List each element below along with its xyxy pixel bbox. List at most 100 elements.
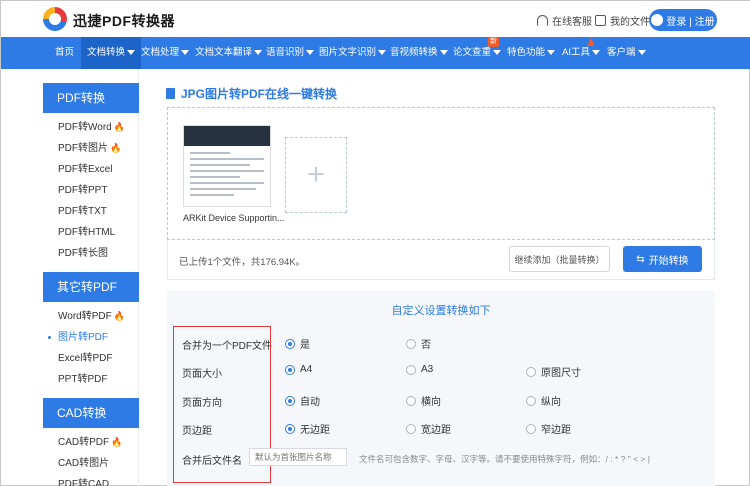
radio-option-label: 窄边距 <box>541 425 571 436</box>
radio-button[interactable] <box>526 366 536 377</box>
nav-item-label: AI工具 <box>562 47 590 58</box>
sidebar-item-label: 图片转PDF <box>58 332 108 343</box>
radio-option-label: 自动 <box>300 397 320 408</box>
nav-item-label: 首页 <box>55 47 75 58</box>
file-name: ARKit Device Supportin... <box>183 213 285 223</box>
sidebar-section-title[interactable]: PDF转换 <box>43 83 139 113</box>
page-title: JPG图片转PDF在线一键转换 <box>166 85 337 102</box>
thumbnail-line <box>190 164 250 166</box>
settings-title: 自定义设置转换如下 <box>391 305 491 317</box>
nav-item[interactable]: 客户端 <box>607 37 646 69</box>
radio-button[interactable] <box>285 395 295 406</box>
sidebar-item[interactable]: PDF转PPT <box>43 180 138 201</box>
sidebar-section-title[interactable]: CAD转换 <box>43 398 139 428</box>
radio-button[interactable] <box>285 338 295 349</box>
radio-button[interactable] <box>406 364 416 375</box>
sidebar-item[interactable]: PPT转PDF <box>43 369 138 390</box>
radio-option[interactable]: A4 <box>285 364 312 375</box>
customer-service-link[interactable]: 在线客服 <box>537 13 592 28</box>
sidebar-item-label: PDF转Word <box>58 122 112 133</box>
fire-icon: 🔥 <box>110 143 122 153</box>
radio-button[interactable] <box>406 338 416 349</box>
sidebar-item[interactable]: PDF转长图 <box>43 243 138 264</box>
top-header: 迅捷PDF转换器 在线客服 我的文件 登录 | 注册 <box>1 1 750 37</box>
radio-option[interactable]: 无边距 <box>285 421 330 436</box>
nav-item[interactable]: 特色功能 <box>507 37 556 69</box>
radio-option[interactable]: 是 <box>285 336 310 351</box>
sidebar-item[interactable]: 图片转PDF <box>43 327 138 348</box>
sidebar-item-label: Word转PDF <box>58 311 112 322</box>
radio-option-label: 否 <box>421 340 431 351</box>
radio-button[interactable] <box>406 423 416 434</box>
filename-input[interactable] <box>249 448 347 466</box>
nav-item[interactable]: 文档文本翻译 <box>195 37 263 69</box>
thumbnail-line <box>190 170 264 172</box>
nav-item[interactable]: 首页 <box>55 37 74 69</box>
sidebar-item[interactable]: CAD转PDF 🔥 <box>43 432 138 453</box>
sidebar-item-label: PDF转Excel <box>58 164 113 175</box>
caret-down-icon <box>493 49 502 55</box>
sidebar-item[interactable]: CAD转图片 <box>43 453 138 474</box>
nav-item-label: 语音识别 <box>266 47 305 58</box>
customer-service-label: 在线客服 <box>552 17 592 28</box>
nav-item-label: 客户端 <box>607 47 636 58</box>
sidebar-item[interactable]: PDF转Excel <box>43 159 138 180</box>
sidebar-item-label: PDF转HTML <box>58 227 116 238</box>
brand-logo-icon[interactable] <box>43 7 67 31</box>
thumbnail-line <box>190 188 256 190</box>
sidebar-item-label: CAD转图片 <box>58 458 110 469</box>
add-file-plus-icon[interactable]: + <box>285 137 347 213</box>
radio-option[interactable]: 自动 <box>285 393 320 408</box>
filename-label: 合并后文件名 <box>182 456 242 467</box>
swap-arrows-icon: ⇆ <box>636 253 645 265</box>
radio-button[interactable] <box>285 423 295 434</box>
login-register-button[interactable]: 登录 | 注册 <box>649 9 717 31</box>
radio-button[interactable] <box>526 395 536 406</box>
sidebar-item[interactable]: PDF转Word 🔥 <box>43 117 138 138</box>
sidebar-section-title[interactable]: 其它转PDF <box>43 272 139 302</box>
start-convert-button[interactable]: ⇆ 开始转换 <box>623 246 702 272</box>
thumbnail-line <box>190 158 264 160</box>
radio-option[interactable]: 宽边距 <box>406 421 451 436</box>
fire-icon: 🔥 <box>113 311 125 321</box>
fire-icon: 🔥 <box>111 437 123 447</box>
radio-option[interactable]: A3 <box>406 364 433 375</box>
caret-down-icon <box>378 49 387 55</box>
sidebar-item[interactable]: PDF转图片 🔥 <box>43 138 138 159</box>
radio-button[interactable] <box>526 423 536 434</box>
fire-icon: 🔥 <box>113 122 125 132</box>
sidebar-item[interactable]: PDF转TXT <box>43 201 138 222</box>
radio-option[interactable]: 否 <box>406 336 431 351</box>
nav-item-label: 论文查重 <box>453 47 492 58</box>
sidebar-item[interactable]: Word转PDF 🔥 <box>43 306 138 327</box>
sidebar-item[interactable]: Excel转PDF <box>43 348 138 369</box>
filename-hint: 文件名可包含数字、字母、汉字等。请不要使用特殊字符，例如：/ : * ? " <… <box>359 454 650 464</box>
radio-button[interactable] <box>406 395 416 406</box>
continue-add-button[interactable]: 继续添加（批量转换） <box>509 246 610 272</box>
nav-item-label: 文档处理 <box>141 47 180 58</box>
radio-option[interactable]: 横向 <box>406 393 441 408</box>
file-thumbnail[interactable] <box>183 125 271 207</box>
radio-option[interactable]: 纵向 <box>526 393 561 408</box>
sidebar-item-label: PDF转图片 <box>58 143 108 154</box>
sidebar-item[interactable]: PDF转CAD <box>43 474 138 486</box>
nav-item[interactable]: 文档转换 <box>81 37 142 69</box>
nav-item[interactable]: 文档处理 <box>141 37 190 69</box>
radio-button[interactable] <box>285 364 295 375</box>
nav-item[interactable]: 语音识别 <box>266 37 315 69</box>
radio-option[interactable]: 原图尺寸 <box>526 364 581 379</box>
sidebar-item-label: PPT转PDF <box>58 374 108 385</box>
caret-down-icon <box>306 49 315 55</box>
brand-name[interactable]: 迅捷PDF转换器 <box>73 11 175 31</box>
caret-down-icon <box>181 49 190 55</box>
headset-icon <box>537 15 548 26</box>
sidebar-item[interactable]: PDF转HTML <box>43 222 138 243</box>
my-files-link[interactable]: 我的文件 <box>595 13 650 28</box>
hot-marker-icon <box>587 38 595 46</box>
thumbnail-line <box>190 194 234 196</box>
sidebar-item-label: PDF转长图 <box>58 248 108 259</box>
radio-option[interactable]: 窄边距 <box>526 421 571 436</box>
nav-item[interactable]: 音视频转换 <box>390 37 448 69</box>
nav-item[interactable]: 图片文字识别 <box>319 37 387 69</box>
thumbnail-header <box>184 126 270 146</box>
